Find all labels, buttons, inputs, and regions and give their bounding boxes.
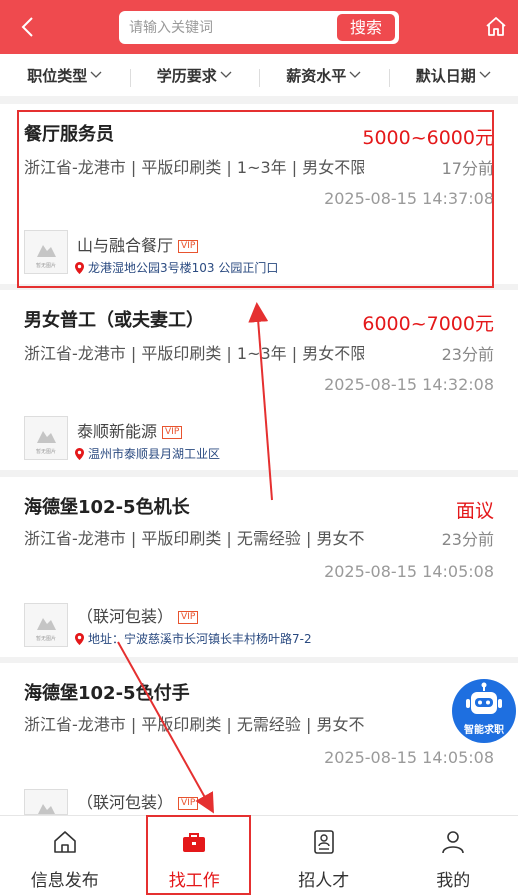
tab-label: 信息发布 [30,871,99,891]
vip-badge: VIP [162,426,183,439]
location-pin-icon [75,633,84,645]
company-address: 地址：宁波慈溪市长河镇长丰村杨叶路7-2 [75,630,312,647]
company-label: （联河包装） [77,607,174,626]
tab-label: 招人才 [298,871,350,891]
company-label: 泰顺新能源 [77,422,158,441]
job-datetime: 2025-08-15 14:32:08 [324,375,494,394]
logo-caption: 暂无图片 [36,635,56,642]
header-bar: 搜索 [0,0,518,54]
tab-find-job[interactable]: 找工作 [130,816,260,895]
home-icon [486,17,506,36]
user-icon [442,831,465,854]
filter-label: 薪资水平 [286,66,347,85]
company-name[interactable]: 泰顺新能源 VIP [77,418,183,442]
tab-label: 找工作 [168,871,220,891]
job-salary: 6000~7000元 [362,313,494,335]
job-salary: 面议 [455,500,494,522]
company-name[interactable]: 山与融合餐厅 VIP [77,232,199,256]
tab-recruit[interactable]: 招人才 [259,816,389,895]
search-box: 搜索 [119,11,399,44]
vip-badge: VIP [178,240,199,253]
chevron-down-icon [349,71,361,78]
company-name[interactable]: （联河包装） VIP [77,789,199,813]
job-posted-ago: 17分前 [441,159,494,178]
job-title: 男女普工（或夫妻工） [24,310,204,331]
image-placeholder-icon: 暂无图片 [36,245,56,269]
address-text: 龙港湿地公园3号楼103 公园正门口 [88,261,279,275]
filter-bar: 职位类型 学历要求 薪资水平 默认日期 [0,54,518,96]
job-meta: 浙江省-龙港市 | 平版印刷类 | 1~3年 | 男女不限 [24,158,364,177]
tab-mine[interactable]: 我的 [389,816,518,895]
chevron-left-icon [21,17,33,37]
filter-label: 默认日期 [415,66,476,85]
company-address: 龙港湿地公园3号楼103 公园正门口 [75,259,278,276]
filter-job-type[interactable]: 职位类型 [0,65,130,86]
job-card[interactable]: 海德堡102-5色付手 面 浙江省-龙港市 | 平版印刷类 | 无需经验 | 男… [0,663,518,815]
bottom-tab-bar: 信息发布 找工作 招人才 我的 [0,815,518,895]
job-datetime: 2025-08-15 14:37:08 [324,189,494,208]
address-label: 地址： [88,632,125,646]
company-address: 温州市泰顺县月湖工业区 [75,445,220,462]
job-card[interactable]: 男女普工（或夫妻工） 6000~7000元 浙江省-龙港市 | 平版印刷类 | … [0,290,518,470]
vip-badge: VIP [178,797,199,810]
company-logo: 暂无图片 [24,416,68,460]
job-posted-ago: 23分前 [441,530,494,549]
robot-label: 智能求职 [464,725,504,736]
company-logo [24,789,68,815]
job-title: 海德堡102-5色机长 [24,497,190,518]
logo-caption: 暂无图片 [36,262,56,269]
company-logo: 暂无图片 [24,603,68,647]
briefcase-icon [183,833,206,852]
address-text: 宁波慈溪市长河镇长丰村杨叶路7-2 [124,632,312,646]
resume-icon [313,830,334,854]
job-datetime: 2025-08-15 14:05:08 [324,562,494,581]
job-posted-ago: 23分前 [441,345,494,364]
job-title: 餐厅服务员 [24,124,114,145]
home-icon [53,831,76,853]
location-pin-icon [75,448,84,460]
job-card[interactable]: 海德堡102-5色机长 面议 浙江省-龙港市 | 平版印刷类 | 无需经验 | … [0,477,518,657]
company-name[interactable]: （联河包装） VIP [77,603,199,627]
tab-label: 我的 [436,871,471,891]
tab-info-publish[interactable]: 信息发布 [0,816,130,895]
filter-date[interactable]: 默认日期 [388,65,518,87]
job-salary: 5000~6000元 [362,127,494,149]
logo-caption: 暂无图片 [36,448,56,455]
job-title: 海德堡102-5色付手 [24,683,190,704]
image-placeholder-icon [38,804,55,814]
filter-label: 学历要求 [156,66,217,85]
company-logo: 暂无图片 [24,230,68,274]
image-placeholder-icon: 暂无图片 [36,618,56,642]
search-button[interactable]: 搜索 [337,14,395,41]
company-label: 山与融合餐厅 [77,236,174,255]
job-meta: 浙江省-龙港市 | 平版印刷类 | 1~3年 | 男女不限 [24,344,364,363]
company-label: （联河包装） [77,793,174,812]
job-card[interactable]: 餐厅服务员 5000~6000元 浙江省-龙港市 | 平版印刷类 | 1~3年 … [0,104,518,284]
job-meta: 浙江省-龙港市 | 平版印刷类 | 无需经验 | 男女不限 [24,529,364,548]
back-button[interactable] [14,13,42,41]
filter-education[interactable]: 学历要求 [129,65,260,87]
robot-icon [466,682,502,714]
chevron-down-icon [90,71,102,78]
home-button[interactable] [484,15,508,39]
address-text: 温州市泰顺县月湖工业区 [88,447,221,461]
location-pin-icon [75,262,84,274]
image-placeholder-icon: 暂无图片 [36,431,56,455]
filter-label: 职位类型 [27,66,88,85]
smart-job-search-button[interactable]: 智能求职 [452,679,516,743]
chevron-down-icon [479,71,491,78]
job-datetime: 2025-08-15 14:05:08 [324,748,494,767]
vip-badge: VIP [178,611,199,624]
filter-salary[interactable]: 薪资水平 [259,65,389,87]
chevron-down-icon [220,71,232,78]
search-input[interactable] [129,11,339,44]
job-meta: 浙江省-龙港市 | 平版印刷类 | 无需经验 | 男女不限 [24,715,364,734]
